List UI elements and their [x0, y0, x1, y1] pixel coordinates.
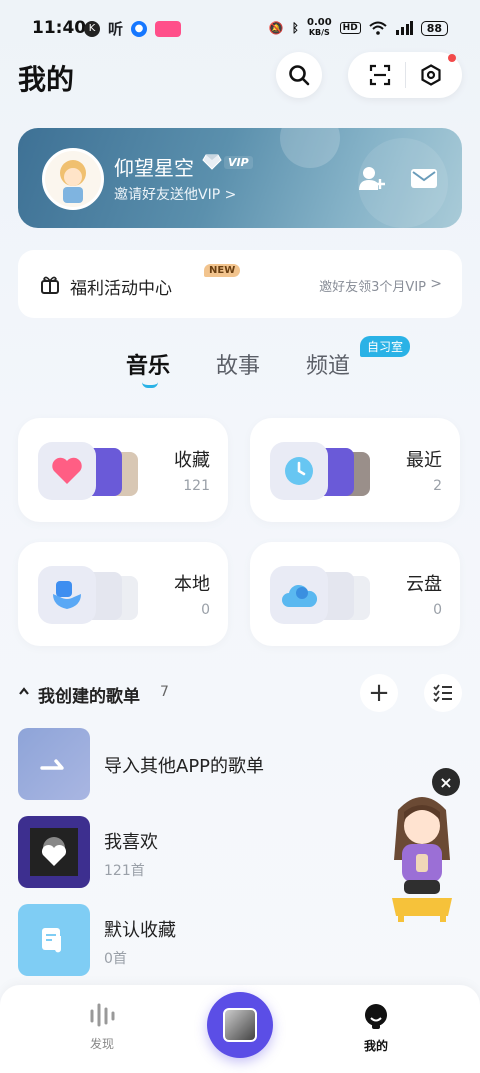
diamond-icon — [202, 154, 222, 170]
nav-mine[interactable]: 我的 — [336, 1003, 416, 1054]
tab-music[interactable]: 音乐 — [126, 348, 170, 380]
heart-icon — [38, 442, 96, 500]
default-cover — [18, 904, 90, 976]
net-speed: 0.00 KB/S — [307, 18, 332, 38]
section-count: 7 — [160, 684, 169, 700]
nav-label: 发现 — [89, 1037, 114, 1051]
cloud-count: 0 — [433, 602, 442, 618]
local-label: 本地 — [174, 574, 210, 595]
tab-story[interactable]: 故事 — [216, 348, 260, 380]
status-bar: 11:40 K 听 ● 🔕 ᛒ 0.00 KB/S HD 88 — [0, 0, 480, 56]
welfare-subtitle: 邀好友领3个月VIP — [319, 280, 426, 295]
chevron-right-icon: > — [430, 276, 442, 292]
add-playlist-button[interactable]: + — [360, 674, 398, 712]
playlist-count: 0首 — [104, 951, 127, 967]
nav-label: 我的 — [363, 1039, 388, 1053]
download-icon — [38, 566, 96, 624]
plus-icon: + — [368, 678, 390, 708]
gift-icon — [41, 276, 59, 294]
welfare-card[interactable]: 福利活动中心 NEW 邀好友领3个月VIP > — [18, 250, 462, 318]
status-time: 11:40 — [32, 18, 87, 38]
avatar-image — [45, 151, 101, 207]
nav-discover[interactable]: 发现 — [62, 1003, 142, 1052]
net-speed-unit: KB/S — [308, 28, 330, 37]
floating-character-image[interactable] — [378, 790, 466, 924]
favorites-count: 121 — [183, 478, 210, 494]
status-right: 🔕 ᛒ 0.00 KB/S HD 88 — [269, 18, 448, 38]
checklist-icon — [433, 684, 452, 702]
playlist-item-import[interactable]: 导入其他APP的歌单 — [18, 728, 318, 800]
new-badge: NEW — [204, 264, 241, 277]
collapse-icon[interactable] — [18, 686, 30, 696]
header-tools — [348, 52, 462, 98]
status-left-icons: K 听 ● — [84, 18, 182, 39]
profile-icon — [365, 1004, 387, 1029]
ting-icon: 听 — [108, 20, 124, 38]
liked-cover-art — [30, 828, 78, 876]
recent-count: 2 — [433, 478, 442, 494]
search-button[interactable] — [276, 52, 322, 98]
close-floating-button[interactable]: × — [432, 768, 460, 796]
decor-bubble — [280, 128, 340, 168]
liked-cover — [18, 816, 90, 888]
scan-icon[interactable] — [369, 64, 391, 86]
study-room-badge[interactable]: 自习室 — [360, 336, 411, 357]
favorites-card[interactable]: 收藏 121 — [18, 418, 228, 522]
wifi-icon — [369, 21, 387, 35]
tab-indicator — [142, 382, 158, 388]
hd-icon: HD — [339, 22, 361, 34]
app-notification-icon: ● — [131, 20, 148, 37]
vip-label: VIP — [224, 155, 253, 169]
search-icon — [289, 65, 310, 86]
add-friend-icon[interactable] — [358, 164, 386, 192]
import-cover — [18, 728, 90, 800]
section-title[interactable]: 我创建的歌单 — [38, 682, 140, 707]
page-title: 我的 — [18, 63, 75, 96]
username[interactable]: 仰望星空 — [114, 152, 194, 181]
mail-icon[interactable] — [410, 164, 438, 192]
playlist-count: 121首 — [104, 863, 145, 879]
favorites-label: 收藏 — [174, 450, 210, 471]
invite-link[interactable]: 邀请好友送他VIP > — [114, 184, 236, 204]
bluetooth-icon: ᛒ — [291, 21, 299, 35]
welfare-title: 福利活动中心 — [70, 279, 172, 299]
tab-channel[interactable]: 频道 — [306, 348, 350, 380]
playlist-name: 默认收藏 — [104, 920, 176, 941]
local-count: 0 — [201, 602, 210, 618]
recent-card[interactable]: 最近 2 — [250, 418, 460, 522]
my-playlists-header: 我创建的歌单 7 + — [18, 674, 462, 712]
vip-badge[interactable]: VIP — [202, 154, 253, 170]
signal-icon — [395, 21, 413, 35]
kuaikan-icon: K — [84, 20, 100, 37]
bilibili-icon — [155, 20, 182, 37]
now-playing-cover — [223, 1008, 257, 1042]
content-tabs: 音乐 故事 频道 自习室 — [0, 336, 480, 388]
discover-icon — [90, 1003, 115, 1027]
net-speed-value: 0.00 — [306, 17, 332, 28]
music-note-icon — [42, 928, 62, 953]
tools-divider — [404, 62, 406, 88]
import-icon — [40, 759, 64, 770]
playlist-name: 我喜欢 — [104, 832, 158, 853]
clock-icon — [270, 442, 328, 500]
settings-icon[interactable] — [420, 64, 442, 86]
playlist-name: 导入其他APP的歌单 — [104, 756, 265, 777]
playlist-item-liked[interactable]: 我喜欢 121首 — [18, 816, 318, 888]
manage-playlists-button[interactable] — [424, 674, 462, 712]
notification-dot — [448, 54, 456, 62]
cloud-card[interactable]: 云盘 0 — [250, 542, 460, 646]
mute-icon: 🔕 — [268, 21, 284, 35]
local-card[interactable]: 本地 0 — [18, 542, 228, 646]
avatar[interactable] — [42, 148, 104, 210]
battery-icon: 88 — [420, 20, 448, 36]
playlist-item-default[interactable]: 默认收藏 0首 — [18, 904, 318, 976]
cloud-label: 云盘 — [406, 574, 442, 595]
profile-card[interactable]: 仰望星空 VIP 邀请好友送他VIP > — [18, 128, 462, 228]
now-playing-button[interactable] — [207, 992, 273, 1058]
cloud-icon — [270, 566, 328, 624]
recent-label: 最近 — [406, 450, 442, 471]
